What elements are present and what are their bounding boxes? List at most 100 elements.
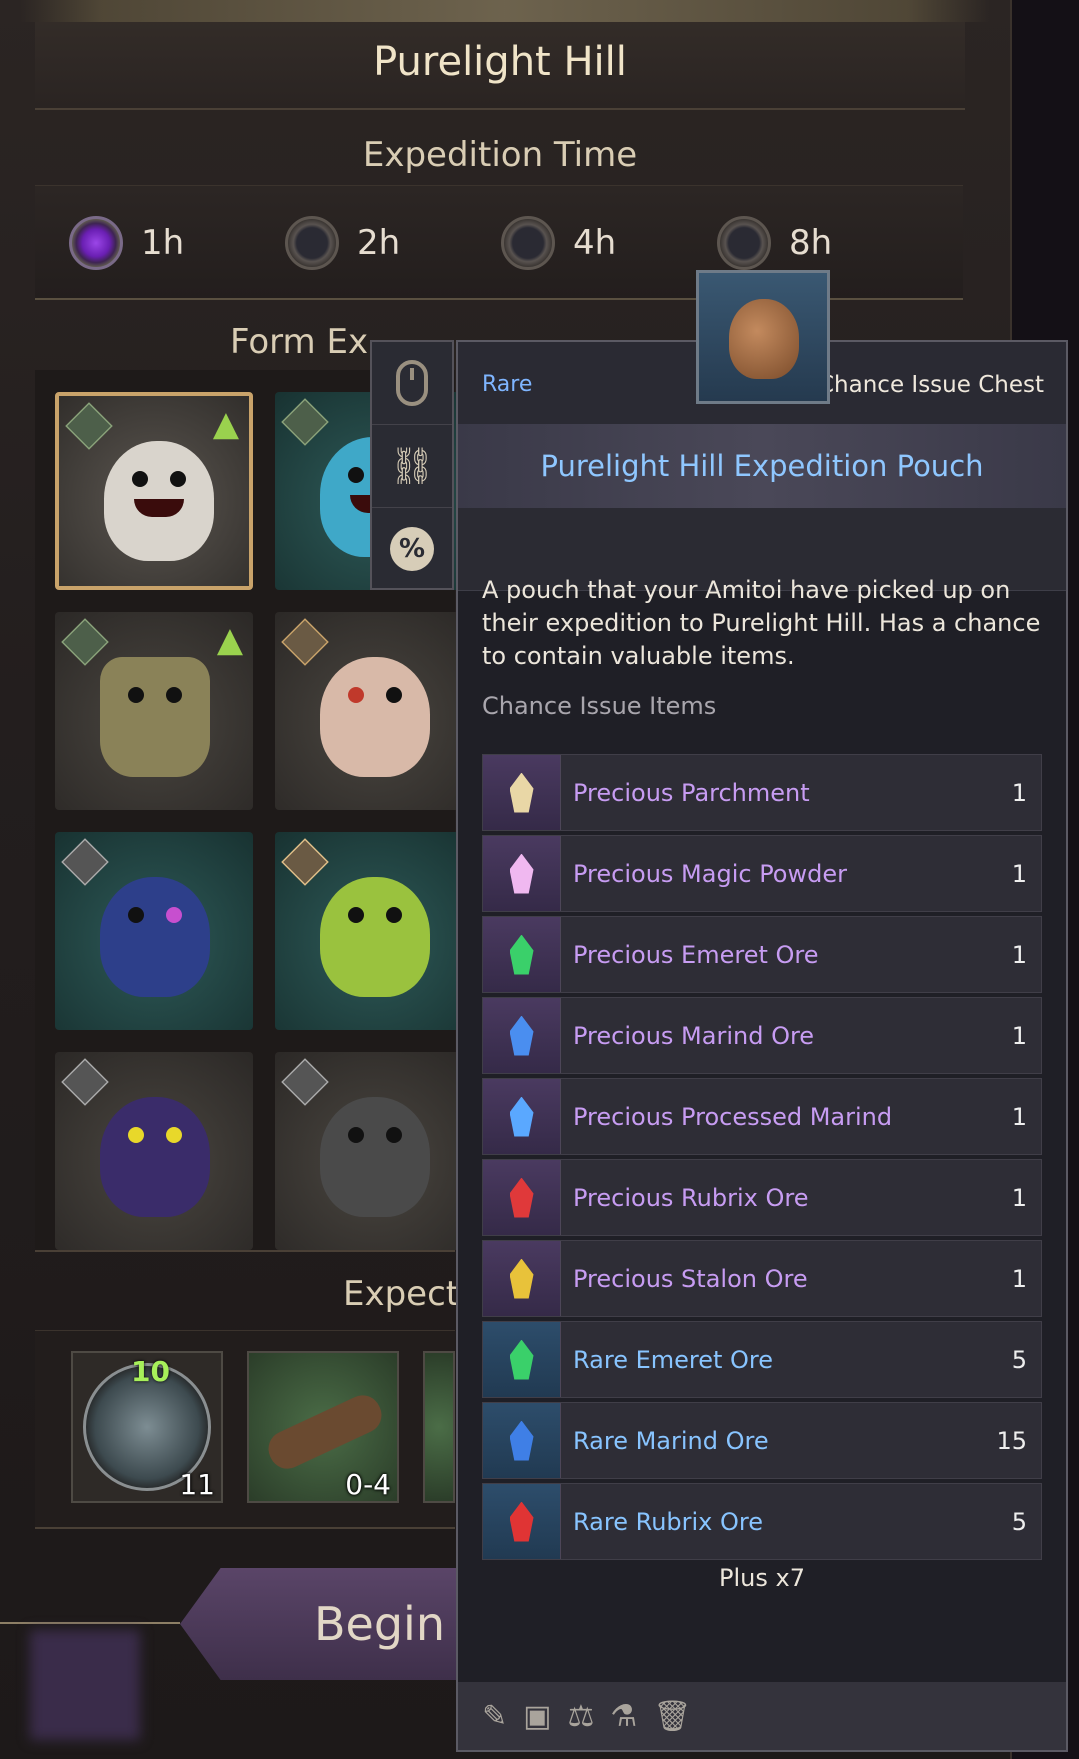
- amitoi-slot[interactable]: [55, 1052, 253, 1250]
- time-option-label: 4h: [573, 223, 617, 263]
- chance-item-count: 15: [996, 1426, 1027, 1455]
- blue-gem-icon: [509, 1420, 534, 1461]
- chance-item-name: Precious Stalon Ore: [573, 1264, 808, 1293]
- crate-icon[interactable]: ▣: [523, 1699, 551, 1734]
- trash-icon[interactable]: 🗑: [653, 1699, 691, 1734]
- percent-control[interactable]: %: [372, 508, 452, 590]
- plus-more: Plus x7: [719, 1564, 805, 1592]
- amitoi-slot[interactable]: [275, 612, 473, 810]
- time-option-1h[interactable]: 1h: [69, 212, 184, 274]
- chance-item-count: 1: [1011, 940, 1027, 969]
- chance-item-row[interactable]: Rare Emeret Ore 5: [482, 1321, 1042, 1398]
- magic-powder-icon: [509, 853, 534, 894]
- radio-icon[interactable]: [285, 216, 339, 270]
- chance-item-count: 1: [1011, 1183, 1027, 1212]
- chance-item-name: Rare Emeret Ore: [573, 1345, 774, 1374]
- chance-item-count: 1: [1011, 1021, 1027, 1050]
- building-badge-icon: [281, 1058, 329, 1106]
- form-team-label: Form Ex: [230, 322, 369, 362]
- amitoi-slot[interactable]: [55, 832, 253, 1030]
- reward-level: 10: [131, 1355, 170, 1388]
- forest-badge-icon: [281, 398, 329, 446]
- upgrade-arrow-icon: ▲: [212, 404, 239, 444]
- item-name: Purelight Hill Expedition Pouch: [458, 424, 1066, 508]
- amitoi-slot[interactable]: [275, 1052, 473, 1250]
- green-gem-icon: [483, 1322, 561, 1397]
- green-gem-icon: [509, 934, 534, 975]
- chance-item-row[interactable]: Precious Marind Ore 1: [482, 997, 1042, 1074]
- radio-icon[interactable]: [717, 216, 771, 270]
- red-gem-icon: [483, 1484, 561, 1559]
- building-badge-icon: [61, 1058, 109, 1106]
- chance-item-row[interactable]: Rare Rubrix Ore 5: [482, 1483, 1042, 1560]
- link-control[interactable]: ⛓: [372, 425, 452, 508]
- red-gem-icon: [483, 1160, 561, 1235]
- reward-slot[interactable]: [423, 1351, 455, 1503]
- begin-ornament: [0, 1622, 180, 1624]
- reward-quantity: 0-4: [345, 1468, 391, 1501]
- parchment-icon: [483, 755, 561, 830]
- begin-button[interactable]: Begin: [180, 1568, 470, 1680]
- time-option-label: 1h: [141, 223, 185, 263]
- chance-items-heading: Chance Issue Items: [482, 692, 717, 720]
- chance-items-list: Precious Parchment 1 Precious Magic Powder…: [482, 754, 1042, 1564]
- amitoi-portrait: [104, 441, 214, 561]
- item-icon-frame: [696, 270, 830, 404]
- green-gem-icon: [483, 917, 561, 992]
- chance-item-row[interactable]: Precious Processed Marind 1: [482, 1078, 1042, 1155]
- chance-item-name: Rare Rubrix Ore: [573, 1507, 763, 1536]
- description-line: A pouch that your Amitoi have picked up …: [482, 576, 1011, 604]
- building-badge-icon: [61, 838, 109, 886]
- tooltip-controls: ⛓ %: [370, 340, 454, 590]
- chance-item-row[interactable]: Rare Marind Ore 15: [482, 1402, 1042, 1479]
- amitoi-slot[interactable]: ▲: [55, 392, 253, 590]
- chance-item-count: 1: [1011, 778, 1027, 807]
- percent-icon: %: [390, 527, 434, 571]
- radio-icon[interactable]: [501, 216, 555, 270]
- radio-selected-icon[interactable]: [69, 216, 123, 270]
- forest-badge-icon: [65, 402, 113, 450]
- chance-item-row[interactable]: Precious Stalon Ore 1: [482, 1240, 1042, 1317]
- expected-rewards: 10 11 0-4: [35, 1330, 455, 1529]
- amitoi-slot[interactable]: ▲: [55, 612, 253, 810]
- book-quill-icon[interactable]: ✎: [482, 1699, 507, 1734]
- chance-item-row[interactable]: Precious Rubrix Ore 1: [482, 1159, 1042, 1236]
- chance-item-count: 5: [1011, 1507, 1027, 1536]
- amitoi-portrait: [320, 877, 430, 997]
- amitoi-portrait: [320, 1097, 430, 1217]
- time-option-2h[interactable]: 2h: [285, 212, 400, 274]
- chance-item-row[interactable]: Precious Parchment 1: [482, 754, 1042, 831]
- chance-item-count: 5: [1011, 1345, 1027, 1374]
- reward-slot[interactable]: 10 11: [71, 1351, 223, 1503]
- description-line: their expedition to Purelight Hill. Has …: [482, 609, 1041, 637]
- expected-rewards-label: Expect: [343, 1274, 460, 1314]
- time-option-4h[interactable]: 4h: [501, 212, 616, 274]
- chance-item-name: Rare Marind Ore: [573, 1426, 769, 1455]
- log-icon: [262, 1389, 388, 1475]
- chance-item-row[interactable]: Precious Magic Powder 1: [482, 835, 1042, 912]
- reward-slot[interactable]: 0-4: [247, 1351, 399, 1503]
- mouse-control[interactable]: [372, 342, 452, 425]
- chance-item-name: Precious Marind Ore: [573, 1021, 815, 1050]
- chance-item-count: 1: [1011, 1102, 1027, 1131]
- pouch-icon: [729, 299, 799, 379]
- processed-marind-icon: [509, 1096, 534, 1137]
- flask-icon[interactable]: ⚗: [610, 1699, 637, 1734]
- top-ornament: [0, 0, 1010, 22]
- amitoi-portrait: [320, 657, 430, 777]
- item-tooltip: Rare Chance Issue Chest Purelight Hill E…: [456, 340, 1068, 1752]
- item-description: A pouch that your Amitoi have picked up …: [482, 574, 1042, 673]
- red-gem-icon: [509, 1501, 534, 1542]
- amitoi-portrait: [100, 1097, 210, 1217]
- forest-badge-icon: [61, 618, 109, 666]
- chance-item-row[interactable]: Precious Emeret Ore 1: [482, 916, 1042, 993]
- chance-item-name: Precious Parchment: [573, 778, 810, 807]
- scales-icon[interactable]: ⚖: [568, 1699, 595, 1734]
- mouse-icon: [396, 360, 428, 406]
- chance-item-count: 1: [1011, 859, 1027, 888]
- chance-item-name: Precious Emeret Ore: [573, 940, 819, 969]
- amitoi-slot[interactable]: [275, 832, 473, 1030]
- time-option-8h[interactable]: 8h: [717, 212, 832, 274]
- item-rarity: Rare: [482, 372, 533, 397]
- expedition-time-label: Expedition Time: [362, 135, 638, 175]
